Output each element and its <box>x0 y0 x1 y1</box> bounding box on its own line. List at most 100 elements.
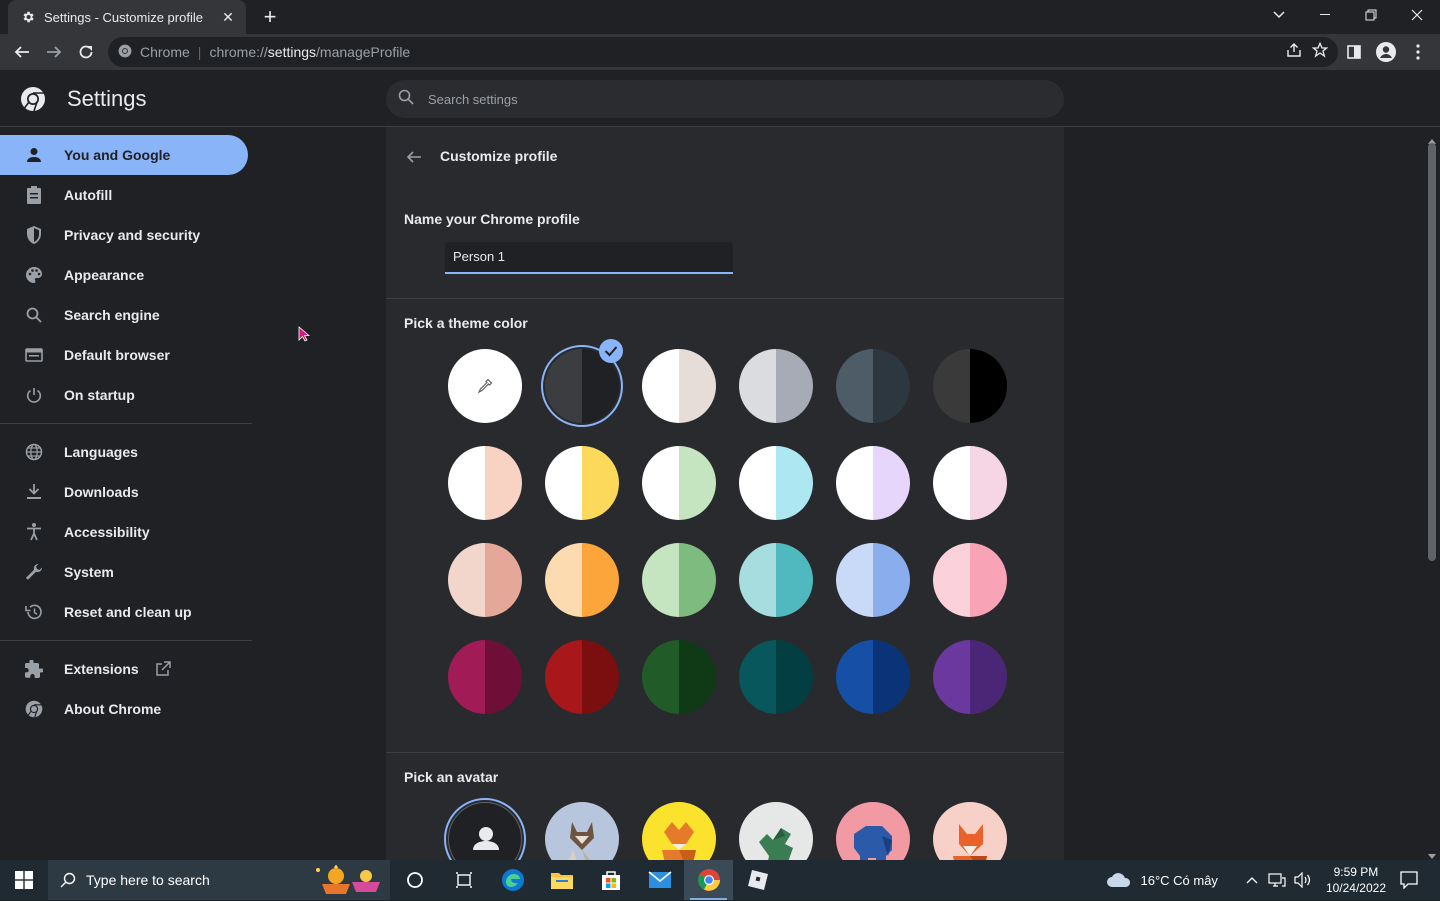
sidebar-item-appearance[interactable]: Appearance <box>0 255 248 295</box>
theme-color-swatch[interactable] <box>545 640 619 714</box>
search-icon <box>398 89 414 110</box>
theme-color-swatch[interactable] <box>448 640 522 714</box>
sidebar-item-languages[interactable]: Languages <box>0 432 248 472</box>
settings-search-input[interactable]: Search settings <box>386 80 1064 118</box>
sidebar-item-you-and-google[interactable]: You and Google <box>0 135 248 175</box>
mail-icon[interactable] <box>635 860 684 900</box>
sidebar-item-about-chrome[interactable]: About Chrome <box>0 689 248 729</box>
close-window-button[interactable] <box>1394 0 1440 30</box>
theme-color-swatch[interactable] <box>739 640 813 714</box>
notification-icon[interactable] <box>1400 871 1418 889</box>
sidebar-item-privacy[interactable]: Privacy and security <box>0 215 248 255</box>
task-view-icon[interactable] <box>439 860 488 900</box>
origami-fox-avatar[interactable] <box>933 802 1007 860</box>
bookmark-star-icon[interactable] <box>1311 41 1329 61</box>
weather-cloud-icon[interactable] <box>1106 872 1132 888</box>
sidebar-item-autofill[interactable]: Autofill <box>0 175 248 215</box>
sidebar-item-system[interactable]: System <box>0 552 248 592</box>
history-icon <box>24 602 44 622</box>
theme-color-swatch[interactable] <box>933 640 1007 714</box>
theme-color-swatch[interactable] <box>933 446 1007 520</box>
theme-color-swatch[interactable] <box>545 446 619 520</box>
taskbar-search-input[interactable]: Type here to search <box>48 860 390 900</box>
sidebar-item-reset[interactable]: Reset and clean up <box>0 592 248 632</box>
shield-icon <box>24 225 44 245</box>
sidebar-item-extensions[interactable]: Extensions <box>0 649 248 689</box>
dragon-avatar[interactable] <box>739 802 813 860</box>
theme-color-swatch[interactable] <box>642 543 716 617</box>
cortana-icon[interactable] <box>390 860 439 900</box>
chrome-icon <box>118 44 132 61</box>
search-icon <box>60 872 76 888</box>
side-panel-icon[interactable] <box>1338 36 1370 68</box>
theme-color-swatch[interactable] <box>448 446 522 520</box>
sidebar-nav: You and Google Autofill Privacy and secu… <box>0 127 311 860</box>
roblox-icon[interactable] <box>733 860 782 900</box>
file-explorer-icon[interactable] <box>537 860 586 900</box>
theme-color-swatch[interactable] <box>836 446 910 520</box>
menu-dots-icon[interactable] <box>1402 36 1434 68</box>
theme-color-swatch[interactable] <box>642 640 716 714</box>
chrome-logo-icon <box>20 86 46 112</box>
sidebar-divider <box>0 640 252 641</box>
back-arrow-icon[interactable] <box>402 145 426 169</box>
profile-name-input[interactable]: Person 1 <box>445 242 733 274</box>
clock[interactable]: 9:59 PM 10/24/2022 <box>1326 864 1386 896</box>
tab-search-icon[interactable] <box>1256 0 1302 30</box>
theme-color-swatch[interactable] <box>642 446 716 520</box>
cat-avatar[interactable] <box>545 802 619 860</box>
weather-text[interactable]: 16°C Có mây <box>1140 873 1217 888</box>
page-title: Settings <box>67 86 147 111</box>
theme-color-swatch[interactable] <box>545 543 619 617</box>
restore-button[interactable] <box>1348 0 1394 30</box>
fox-avatar[interactable] <box>642 802 716 860</box>
browser-toolbar: Chrome | chrome://settings/manageProfile <box>0 34 1440 70</box>
microsoft-store-icon[interactable] <box>586 860 635 900</box>
theme-color-swatch[interactable] <box>739 446 813 520</box>
back-arrow-icon[interactable] <box>6 36 38 68</box>
theme-color-swatch[interactable] <box>836 640 910 714</box>
edge-icon[interactable] <box>488 860 537 900</box>
theme-color-swatch[interactable] <box>933 349 1007 423</box>
scrollbar-thumb[interactable] <box>1428 143 1436 561</box>
theme-color-label: Pick a theme color <box>404 315 528 331</box>
windows-start-button[interactable] <box>0 860 48 900</box>
chevron-up-icon[interactable] <box>1246 876 1258 884</box>
clock-time: 9:59 PM <box>1333 865 1379 879</box>
reload-icon[interactable] <box>70 36 102 68</box>
theme-color-swatch[interactable] <box>448 543 522 617</box>
url-path: /manageProfile <box>316 44 411 60</box>
theme-color-swatch[interactable] <box>836 543 910 617</box>
sidebar-item-label: Downloads <box>64 484 139 500</box>
sidebar-item-accessibility[interactable]: Accessibility <box>0 512 248 552</box>
page-scrollbar[interactable] <box>1424 127 1440 860</box>
tab-close-icon[interactable]: ✕ <box>220 9 236 25</box>
sidebar-item-downloads[interactable]: Downloads <box>0 472 248 512</box>
network-icon[interactable] <box>1268 872 1286 888</box>
theme-color-swatch[interactable] <box>933 543 1007 617</box>
theme-color-swatch[interactable] <box>739 349 813 423</box>
volume-icon[interactable] <box>1294 872 1312 888</box>
theme-color-swatch[interactable] <box>836 349 910 423</box>
sidebar-item-label: System <box>64 564 114 580</box>
search-icon <box>24 305 44 325</box>
theme-color-swatch[interactable] <box>739 543 813 617</box>
theme-color-swatch[interactable] <box>642 349 716 423</box>
profile-icon[interactable] <box>1370 36 1402 68</box>
chrome-icon <box>24 699 44 719</box>
minimize-button[interactable] <box>1302 0 1348 30</box>
url-host: settings <box>267 44 317 60</box>
share-icon[interactable] <box>1286 42 1302 61</box>
sidebar-item-on-startup[interactable]: On startup <box>0 375 248 415</box>
sidebar-item-default-browser[interactable]: Default browser <box>0 335 248 375</box>
address-bar[interactable]: Chrome | chrome://settings/manageProfile <box>108 37 1338 67</box>
elephant-avatar[interactable] <box>836 802 910 860</box>
sidebar-item-label: Reset and clean up <box>64 604 192 620</box>
tab-settings[interactable]: Settings - Customize profile ✕ <box>8 0 246 34</box>
custom-color-swatch[interactable] <box>448 349 522 423</box>
forward-arrow-icon[interactable] <box>38 36 70 68</box>
sidebar-item-search-engine[interactable]: Search engine <box>0 295 248 335</box>
new-tab-button[interactable]: + <box>258 4 282 29</box>
origin-chip: Chrome <box>140 44 190 60</box>
chrome-taskbar-icon[interactable] <box>684 860 733 900</box>
